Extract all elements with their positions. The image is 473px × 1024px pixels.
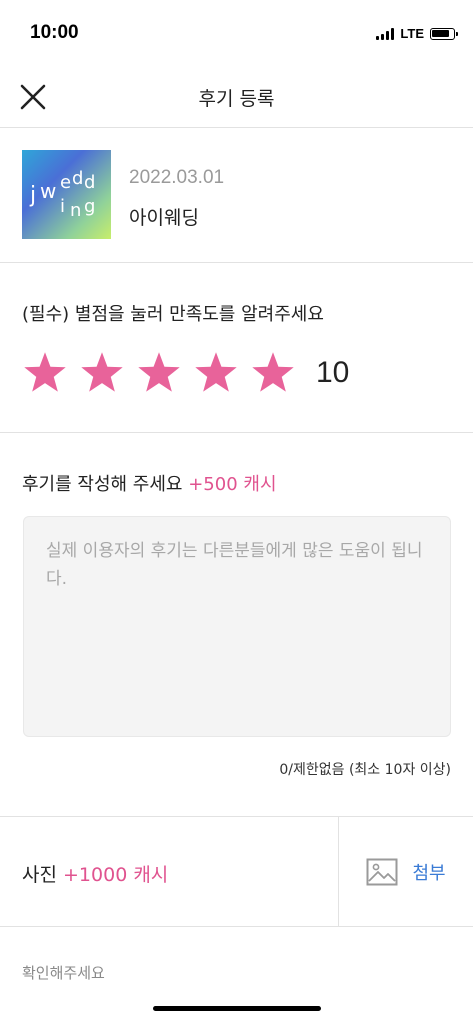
photo-section: 사진 +1000 캐시 첨부	[0, 816, 473, 927]
photo-bonus: +1000 캐시	[63, 864, 169, 886]
star-icon[interactable]	[22, 350, 68, 396]
svg-text:e: e	[60, 172, 71, 193]
review-bonus: +500 캐시	[188, 474, 277, 495]
review-input[interactable]	[24, 517, 450, 736]
svg-text:w: w	[40, 179, 56, 203]
rating-section: (필수) 별점을 눌러 만족도를 알려주세요 10	[0, 264, 473, 433]
home-indicator	[153, 1006, 321, 1011]
status-bar: 10:00 LTE	[0, 0, 473, 70]
status-time: 10:00	[30, 22, 79, 43]
star-rating[interactable]	[22, 350, 296, 396]
product-date: 2022.03.01	[129, 167, 225, 188]
review-label-text: 후기를 작성해 주세요	[22, 474, 183, 495]
char-count: 0/제한없음 (최소 10자 이상)	[279, 762, 451, 778]
review-label: 후기를 작성해 주세요 +500 캐시	[22, 470, 277, 496]
svg-text:d: d	[84, 172, 95, 193]
confirm-label: 확인해주세요	[22, 964, 105, 982]
svg-text:j: j	[29, 183, 36, 208]
attach-button[interactable]: 첨부	[339, 817, 473, 927]
svg-text:n: n	[70, 200, 81, 221]
product-logo: j w e d d i n g	[22, 150, 111, 239]
svg-text:i: i	[60, 196, 65, 217]
product-name: 아이웨딩	[129, 207, 199, 229]
status-indicators: LTE	[376, 26, 458, 41]
photo-label: 사진 +1000 캐시	[22, 860, 168, 887]
star-icon[interactable]	[79, 350, 125, 396]
page-title: 후기 등록	[198, 88, 275, 110]
star-icon[interactable]	[193, 350, 239, 396]
rating-label: (필수) 별점을 눌러 만족도를 알려주세요	[22, 304, 324, 325]
star-icon[interactable]	[250, 350, 296, 396]
product-info: j w e d d i n g 2022.03.01 아이웨딩	[0, 129, 473, 263]
attach-label: 첨부	[412, 863, 446, 884]
image-icon	[366, 858, 398, 886]
signal-icon	[376, 27, 395, 40]
logo-mark: j w e d d i n g	[29, 168, 95, 221]
battery-icon	[430, 27, 458, 40]
review-box	[23, 516, 451, 737]
star-icon[interactable]	[136, 350, 182, 396]
svg-text:g: g	[84, 196, 95, 217]
svg-text:d: d	[72, 168, 83, 189]
photo-label-text: 사진	[22, 864, 57, 886]
header: 후기 등록	[0, 70, 473, 128]
rating-score: 10	[316, 356, 350, 389]
network-type: LTE	[400, 26, 424, 41]
